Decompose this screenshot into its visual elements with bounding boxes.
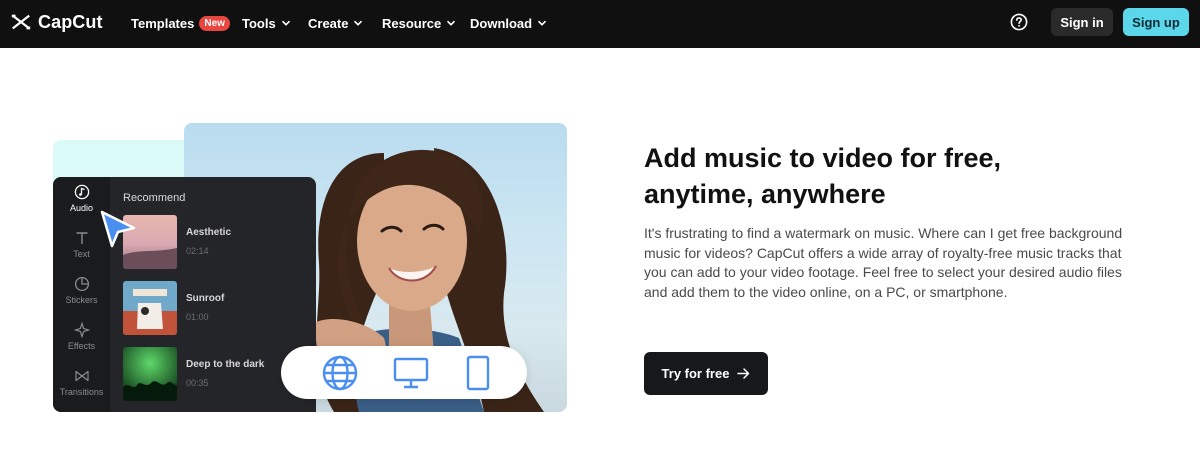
capcut-logo-icon [11, 14, 31, 30]
question-circle-icon[interactable] [1010, 13, 1028, 31]
text-icon [76, 232, 87, 244]
nav-resource[interactable]: Resource [382, 14, 456, 32]
sidebar-stickers-label: Stickers [65, 295, 98, 305]
sidebar-text-label: Text [73, 249, 90, 259]
nav-resource-label: Resource [382, 15, 442, 31]
sidebar-transitions-label: Transitions [59, 387, 104, 397]
nav-tools[interactable]: Tools [242, 14, 291, 32]
nav-create[interactable]: Create [308, 14, 363, 32]
track-name: Sunroof [186, 293, 225, 304]
chevron-down-icon [538, 20, 547, 26]
try-for-free-button[interactable]: Try for free [644, 352, 768, 395]
cta-label: Try for free [661, 366, 730, 381]
sidebar-effects-label: Effects [67, 341, 96, 351]
brand-name: CapCut [38, 11, 103, 32]
music-note-icon [74, 184, 89, 200]
nav-templates-label: Templates [131, 15, 195, 31]
track-item[interactable]: Sunroof 01:00 [123, 281, 313, 335]
arrow-right-icon [737, 368, 750, 379]
device-switcher [281, 346, 527, 399]
top-navbar: CapCut Templates New Tools Create Resour… [0, 0, 1200, 48]
chevron-down-icon [354, 20, 363, 26]
sidebar-audio-label: Audio [69, 203, 94, 213]
chevron-down-icon [281, 20, 290, 26]
sticker-icon [74, 276, 89, 292]
nav-tools-label: Tools [242, 15, 276, 31]
audio-editor-panel: Audio Text Stickers Effects Transitions … [53, 177, 316, 412]
nav-download[interactable]: Download [470, 14, 547, 32]
sparkle-icon [73, 322, 90, 338]
track-duration: 02:14 [186, 246, 209, 256]
track-name: Deep to the dark [186, 359, 265, 370]
new-badge: New [199, 15, 230, 31]
transition-icon [74, 370, 89, 382]
track-duration: 00:35 [186, 378, 209, 388]
tablet-icon[interactable] [460, 355, 496, 391]
hero-headline: Add music to video for free, anytime, an… [644, 143, 1002, 209]
recommend-title: Recommend [123, 192, 186, 204]
track-thumbnail [123, 281, 177, 335]
cursor-pointer-icon [100, 210, 136, 248]
nav-download-label: Download [470, 15, 533, 31]
globe-icon[interactable] [322, 355, 358, 391]
sidebar-item-transitions[interactable]: Transitions [53, 368, 110, 397]
track-duration: 01:00 [186, 312, 209, 322]
sidebar-item-effects[interactable]: Effects [53, 322, 110, 351]
sign-in-button[interactable]: Sign in [1051, 8, 1113, 36]
track-thumbnail [123, 347, 177, 401]
hero-description: It's frustrating to find a watermark on … [644, 225, 1123, 300]
monitor-icon[interactable] [393, 355, 429, 391]
track-name: Aesthetic [186, 227, 232, 238]
chevron-down-icon [447, 20, 456, 26]
sidebar-item-stickers[interactable]: Stickers [53, 276, 110, 305]
sign-up-button[interactable]: Sign up [1123, 8, 1189, 36]
nav-templates[interactable]: Templates New [131, 14, 230, 32]
capcut-logo[interactable]: CapCut [10, 11, 103, 33]
nav-create-label: Create [308, 15, 349, 31]
track-item[interactable]: Aesthetic 02:14 [123, 215, 313, 269]
